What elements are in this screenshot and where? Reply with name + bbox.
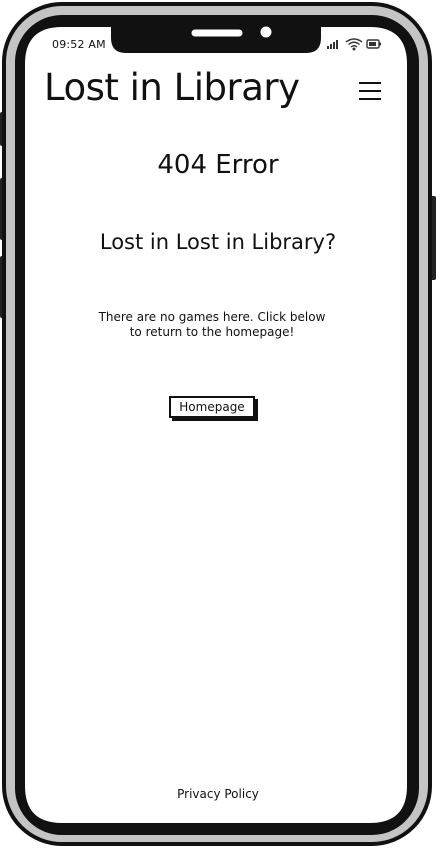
phone-frame — [0, 2, 436, 846]
app-title[interactable]: Lost in Library — [44, 66, 300, 109]
error-code: 404 Error — [157, 150, 279, 180]
wifi-icon — [345, 38, 363, 51]
hamburger-menu-icon[interactable] — [358, 80, 382, 102]
signal-icon — [327, 40, 338, 49]
homepage-button[interactable]: Homepage — [169, 396, 255, 418]
error-message: There are no games here. Click below to … — [98, 310, 326, 339]
battery-icon — [366, 39, 381, 49]
app-screen: 09:52 AM Lost in Library 404 Error Lost … — [0, 0, 436, 849]
status-time: 09:52 AM — [52, 38, 106, 51]
privacy-policy-link[interactable]: Privacy Policy — [0, 787, 436, 801]
status-icons — [327, 38, 381, 51]
error-heading: Lost in Lost in Library? — [99, 230, 337, 254]
